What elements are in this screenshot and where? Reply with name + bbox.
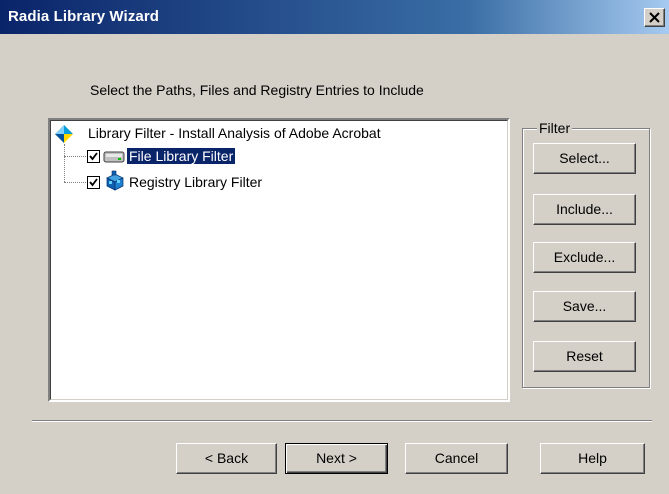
next-button[interactable]: Next > <box>285 443 388 474</box>
library-filter-icon <box>55 125 73 143</box>
footer-separator <box>32 420 652 422</box>
drive-icon <box>103 151 125 163</box>
tree-connector <box>64 156 86 157</box>
help-button[interactable]: Help <box>540 443 645 474</box>
file-library-filter-label: File Library Filter <box>125 147 237 165</box>
title-bar[interactable]: Radia Library Wizard <box>0 0 669 34</box>
registry-icon <box>106 170 124 191</box>
exclude-button[interactable]: Exclude... <box>533 242 636 273</box>
save-button[interactable]: Save... <box>533 291 636 322</box>
registry-filter-checkbox[interactable] <box>87 176 100 189</box>
select-button[interactable]: Select... <box>533 143 636 174</box>
tree-connector <box>64 182 86 183</box>
filter-tree-view[interactable]: Library Filter - Install Analysis of Ado… <box>48 118 510 402</box>
reset-button[interactable]: Reset <box>533 341 636 372</box>
registry-library-filter-label: Registry Library Filter <box>129 174 263 190</box>
tree-node-registry-library-filter[interactable]: Registry Library Filter <box>129 173 262 191</box>
checkmark-icon <box>89 178 98 187</box>
file-filter-checkbox[interactable] <box>87 150 100 163</box>
include-button[interactable]: Include... <box>533 194 636 225</box>
tree-node-file-library-filter[interactable]: File Library Filter <box>125 147 237 165</box>
tree-root-node[interactable]: Library Filter - Install Analysis of Ado… <box>88 124 381 142</box>
window-title: Radia Library Wizard <box>8 8 160 25</box>
tree-connector <box>64 144 65 182</box>
tree-root-label: Library Filter - Install Analysis of Ado… <box>88 125 381 141</box>
instruction-text: Select the Paths, Files and Registry Ent… <box>90 82 424 98</box>
filter-group-label: Filter <box>537 120 573 136</box>
back-button[interactable]: < Back <box>176 443 277 474</box>
checkmark-icon <box>89 152 98 161</box>
wizard-window: Radia Library Wizard Select the Paths, F… <box>0 0 669 494</box>
close-button[interactable] <box>644 8 665 27</box>
cancel-button[interactable]: Cancel <box>405 443 508 474</box>
close-icon <box>649 12 660 23</box>
